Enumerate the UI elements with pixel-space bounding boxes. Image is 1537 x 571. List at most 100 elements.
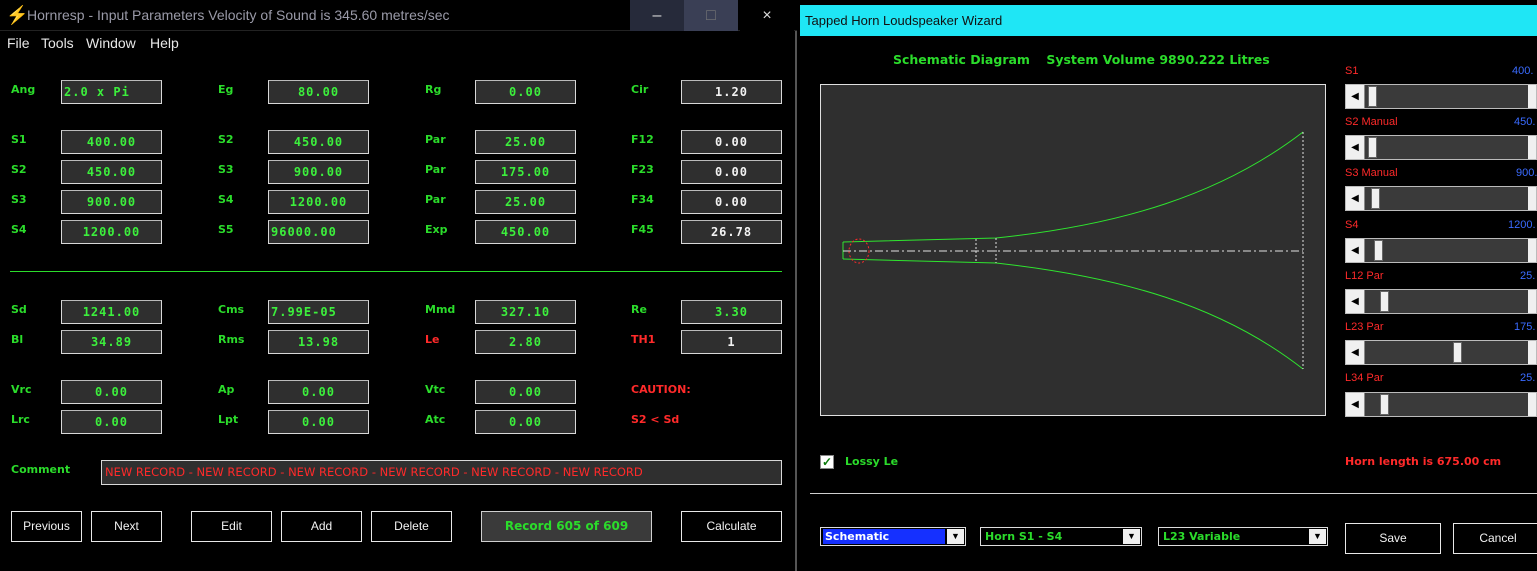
slider-thumb[interactable] — [1453, 342, 1462, 363]
right-arrow-icon[interactable] — [1528, 187, 1536, 210]
par-field[interactable]: 175.00 — [475, 160, 576, 184]
atc-label: Atc — [425, 413, 446, 426]
slider-l12[interactable]: ◀ — [1345, 289, 1537, 314]
lossy-le-checkbox[interactable]: ✓ — [820, 455, 834, 469]
menu-tools[interactable]: Tools — [41, 35, 74, 51]
calculate-button[interactable]: Calculate — [681, 511, 782, 542]
add-button[interactable]: Add — [281, 511, 362, 542]
right-arrow-icon[interactable] — [1528, 290, 1536, 313]
slider-value-s1: 400. — [1512, 65, 1534, 77]
left-arrow-icon[interactable]: ◀ — [1346, 136, 1365, 159]
variable-select[interactable]: L23 Variable ▼ — [1158, 527, 1328, 546]
s3-field[interactable]: 900.00 — [268, 160, 369, 184]
comment-field[interactable]: NEW RECORD - NEW RECORD - NEW RECORD - N… — [101, 460, 782, 485]
lrc-field[interactable]: 0.00 — [61, 410, 162, 434]
slider-s3[interactable]: ◀ — [1345, 186, 1537, 211]
s4-field[interactable]: 1200.00 — [268, 190, 369, 214]
edit-button[interactable]: Edit — [191, 511, 272, 542]
dropdown-arrow-icon[interactable]: ▼ — [947, 529, 964, 544]
slider-label-l23: L23 Par — [1345, 321, 1384, 333]
previous-button[interactable]: Previous — [11, 511, 82, 542]
lpt-field[interactable]: 0.00 — [268, 410, 369, 434]
cir-label: Cir — [631, 83, 649, 96]
slider-thumb[interactable] — [1371, 188, 1380, 209]
par-field[interactable]: 25.00 — [475, 130, 576, 154]
view-select-value: Schematic — [823, 529, 945, 544]
vrc-label: Vrc — [11, 383, 32, 396]
slider-s2[interactable]: ◀ — [1345, 135, 1537, 160]
left-arrow-icon[interactable]: ◀ — [1346, 290, 1365, 313]
dropdown-arrow-icon[interactable]: ▼ — [1123, 529, 1140, 544]
menu-help[interactable]: Help — [150, 35, 179, 51]
re-field[interactable]: 3.30 — [681, 300, 782, 324]
slider-l34[interactable]: ◀ — [1345, 392, 1537, 417]
slider-thumb[interactable] — [1368, 86, 1377, 107]
delete-button[interactable]: Delete — [371, 511, 452, 542]
s2-field[interactable]: 450.00 — [268, 130, 369, 154]
next-button[interactable]: Next — [91, 511, 162, 542]
cir-field[interactable]: 1.20 — [681, 80, 782, 104]
le-field[interactable]: 2.80 — [475, 330, 576, 354]
menu-window[interactable]: Window — [86, 35, 136, 51]
slider-l23[interactable]: ◀ — [1345, 340, 1537, 365]
ap-field[interactable]: 0.00 — [268, 380, 369, 404]
eg-field[interactable]: 80.00 — [268, 80, 369, 104]
s1-field[interactable]: 400.00 — [61, 130, 162, 154]
s4-field[interactable]: 1200.00 — [61, 220, 162, 244]
par-field[interactable]: 25.00 — [475, 190, 576, 214]
save-button[interactable]: Save — [1345, 523, 1441, 554]
s3-field[interactable]: 900.00 — [61, 190, 162, 214]
right-arrow-icon[interactable] — [1528, 393, 1536, 416]
right-arrow-icon[interactable] — [1528, 341, 1536, 364]
s3-label: S3 — [11, 193, 27, 206]
f12-field[interactable]: 0.00 — [681, 130, 782, 154]
atc-field[interactable]: 0.00 — [475, 410, 576, 434]
left-arrow-icon[interactable]: ◀ — [1346, 393, 1365, 416]
s2-field[interactable]: 450.00 — [61, 160, 162, 184]
eg-label: Eg — [218, 83, 234, 96]
close-button[interactable]: × — [740, 0, 794, 31]
right-arrow-icon[interactable] — [1528, 239, 1536, 262]
left-arrow-icon[interactable]: ◀ — [1346, 187, 1365, 210]
rms-label: Rms — [218, 333, 245, 346]
slider-thumb[interactable] — [1380, 291, 1389, 312]
f45-field[interactable]: 26.78 — [681, 220, 782, 244]
rms-field[interactable]: 13.98 — [268, 330, 369, 354]
f34-field[interactable]: 0.00 — [681, 190, 782, 214]
section-select[interactable]: Horn S1 - S4 ▼ — [980, 527, 1142, 546]
lightning-app-icon: ⚡ — [6, 5, 29, 25]
wizard-divider — [810, 493, 1537, 494]
bl-field[interactable]: 34.89 — [61, 330, 162, 354]
slider-thumb[interactable] — [1368, 137, 1377, 158]
slider-s1[interactable]: ◀ — [1345, 84, 1537, 109]
cms-field[interactable]: 7.99E-05 — [268, 300, 369, 324]
sd-field[interactable]: 1241.00 — [61, 300, 162, 324]
maximize-button[interactable]: □ — [684, 0, 738, 31]
vrc-field[interactable]: 0.00 — [61, 380, 162, 404]
cancel-button[interactable]: Cancel — [1453, 523, 1537, 554]
exp-label: Exp — [425, 223, 448, 236]
vtc-field[interactable]: 0.00 — [475, 380, 576, 404]
ang-field[interactable]: 2.0 x Pi — [61, 80, 162, 104]
menu-file[interactable]: File — [7, 35, 30, 51]
left-arrow-icon[interactable]: ◀ — [1346, 85, 1365, 108]
left-arrow-icon[interactable]: ◀ — [1346, 239, 1365, 262]
view-select[interactable]: Schematic ▼ — [820, 527, 966, 546]
slider-thumb[interactable] — [1374, 240, 1383, 261]
slider-s4[interactable]: ◀ — [1345, 238, 1537, 263]
slider-value-l23: 175. — [1514, 321, 1536, 333]
right-arrow-icon[interactable] — [1528, 136, 1536, 159]
slider-thumb[interactable] — [1380, 394, 1389, 415]
th1-label: TH1 — [631, 333, 656, 346]
mmd-field[interactable]: 327.10 — [475, 300, 576, 324]
rg-field[interactable]: 0.00 — [475, 80, 576, 104]
f23-field[interactable]: 0.00 — [681, 160, 782, 184]
dropdown-arrow-icon[interactable]: ▼ — [1309, 529, 1326, 544]
left-arrow-icon[interactable]: ◀ — [1346, 341, 1365, 364]
s5-field[interactable]: 96000.00 — [268, 220, 369, 244]
exp-field[interactable]: 450.00 — [475, 220, 576, 244]
th1-field[interactable]: 1 — [681, 330, 782, 354]
sd-label: Sd — [11, 303, 27, 316]
right-arrow-icon[interactable] — [1528, 85, 1536, 108]
minimize-button[interactable]: – — [630, 0, 684, 31]
